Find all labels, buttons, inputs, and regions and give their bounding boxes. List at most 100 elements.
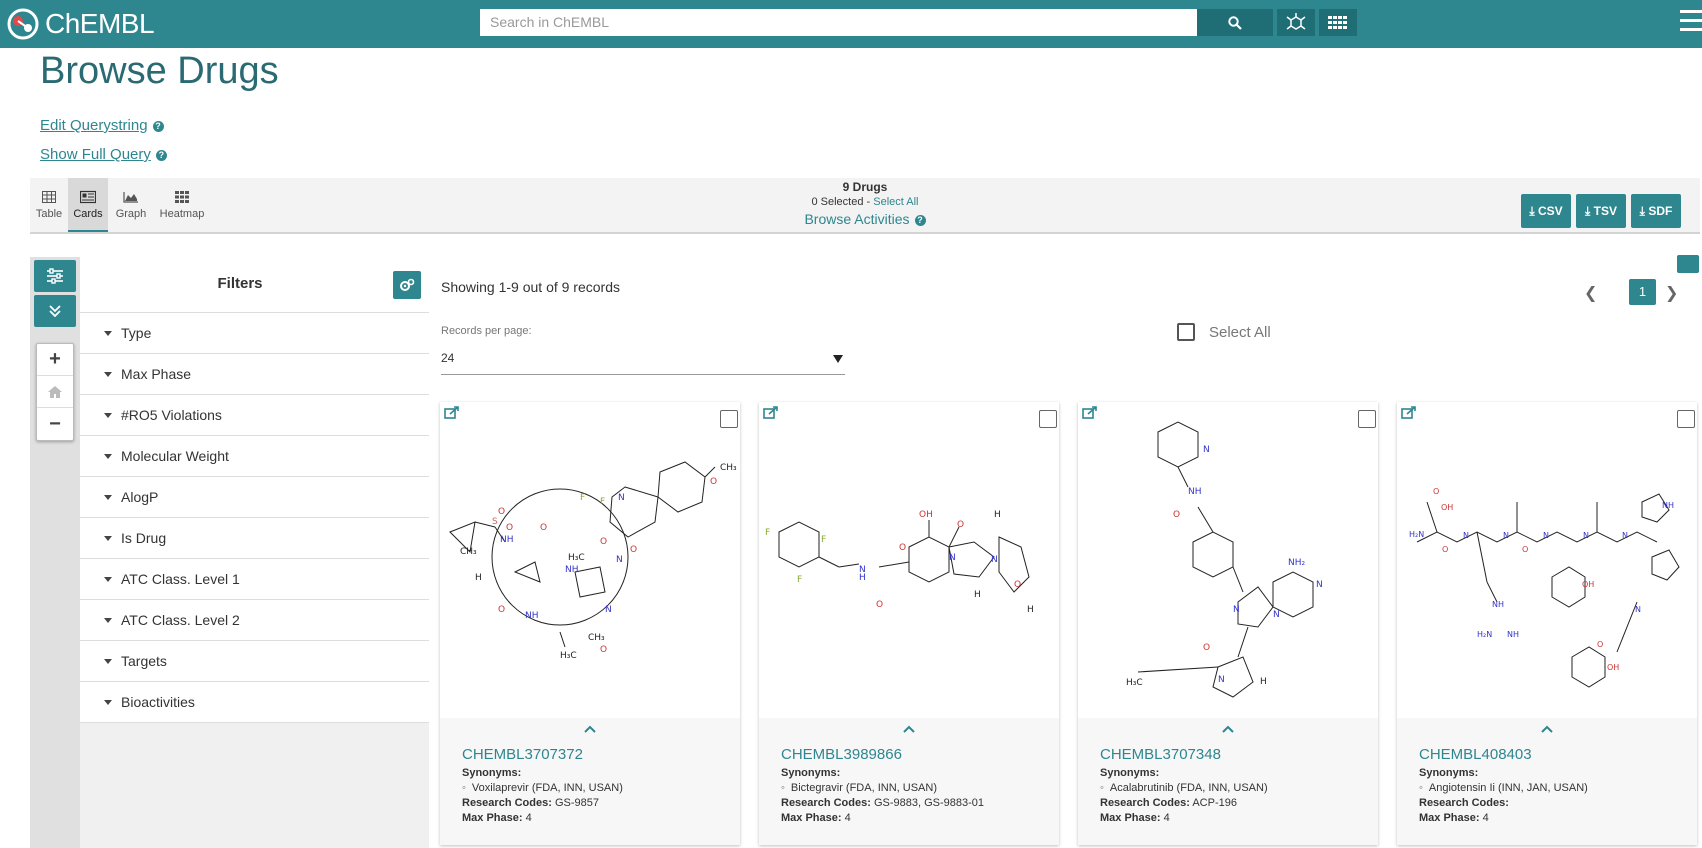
zoom-in-button[interactable]: +	[37, 344, 73, 376]
browse-activities-link[interactable]: Browse Activities?	[804, 211, 926, 227]
dropdown-arrow-icon	[833, 355, 843, 363]
search-input[interactable]: Search in ChEMBL	[480, 9, 1197, 36]
svg-text:CH₃: CH₃	[720, 463, 737, 473]
chembl-id-link[interactable]: CHEMBL3989866	[781, 746, 902, 763]
filter-settings-button[interactable]	[393, 271, 421, 299]
drug-card[interactable]: H₂N O OH NNN NN NH H₂N NH NH NO OH OH OO CHEM…	[1397, 402, 1697, 845]
card-select-checkbox[interactable]	[1358, 410, 1376, 428]
svg-text:H: H	[859, 573, 866, 583]
download-csv-button[interactable]: ⤓ CSV	[1521, 194, 1571, 228]
chevron-up-icon[interactable]	[902, 724, 916, 734]
svg-text:N: N	[1543, 531, 1549, 540]
svg-text:O: O	[498, 605, 505, 615]
molecule-icon	[1286, 12, 1306, 30]
toggle-filters-button[interactable]	[34, 260, 76, 292]
next-page-icon[interactable]: ❯	[1665, 283, 1678, 303]
filter-atc-level-2[interactable]: ATC Class. Level 2	[80, 600, 429, 641]
share-icon[interactable]	[763, 405, 779, 419]
card-select-checkbox[interactable]	[1677, 410, 1695, 428]
svg-text:OH: OH	[919, 510, 933, 520]
share-icon[interactable]	[1677, 255, 1699, 273]
sequence-search-button[interactable]	[1319, 9, 1357, 36]
svg-text:O: O	[957, 520, 964, 530]
svg-text:O: O	[1203, 643, 1210, 653]
synonym-item: Bictegravir (FDA, INN, USAN)	[781, 781, 1051, 796]
chembl-id-link[interactable]: CHEMBL3707348	[1100, 746, 1221, 763]
chembl-logo[interactable]: ChEMBL	[6, 7, 155, 41]
filter-molecular-weight[interactable]: Molecular Weight	[80, 436, 429, 477]
caret-down-icon	[104, 699, 112, 705]
chevron-up-icon[interactable]	[1540, 724, 1554, 734]
svg-text:NH₂: NH₂	[1288, 558, 1306, 568]
top-navbar: ChEMBL Search in ChEMBL	[0, 0, 1702, 48]
select-all-link[interactable]: Select All	[873, 196, 918, 208]
chevron-up-icon[interactable]	[583, 724, 597, 734]
filter-is-drug[interactable]: Is Drug	[80, 518, 429, 559]
cards-icon	[80, 190, 96, 204]
svg-text:H₃C: H₃C	[568, 553, 585, 563]
svg-text:N: N	[1218, 675, 1225, 685]
prev-page-icon[interactable]: ❮	[1584, 283, 1597, 303]
card-details: Synonyms: Angiotensin Ii (INN, JAN, USAN…	[1419, 766, 1689, 826]
drug-card[interactable]: FFF NH O OH OO NN HO HH CHEMBL3989866 Syn…	[759, 402, 1059, 845]
collapse-filters-button[interactable]	[34, 295, 76, 327]
share-icon[interactable]	[1082, 405, 1098, 419]
caret-down-icon	[104, 330, 112, 336]
tab-cards[interactable]: Cards	[68, 178, 108, 232]
svg-text:N: N	[1635, 605, 1641, 614]
svg-text:NH: NH	[1492, 600, 1504, 609]
sequence-grid-icon	[1328, 15, 1347, 29]
menu-icon[interactable]	[1680, 10, 1702, 36]
show-full-query-link[interactable]: Show Full Query?	[40, 146, 167, 163]
heatmap-icon	[175, 191, 189, 203]
svg-text:O: O	[899, 543, 906, 553]
tab-table[interactable]: Table	[30, 178, 68, 232]
tab-graph[interactable]: Graph	[110, 178, 152, 232]
caret-down-icon	[104, 453, 112, 459]
synonym-item: Voxilaprevir (FDA, INN, USAN)	[462, 781, 732, 796]
caret-down-icon	[104, 617, 112, 623]
filters-panel: Filters Type Max Phase #RO5 Violations M…	[80, 257, 429, 848]
svg-text:N: N	[1316, 580, 1323, 590]
tab-heatmap[interactable]: Heatmap	[154, 178, 210, 232]
records-per-page-select[interactable]: 24	[441, 347, 845, 375]
filter-bioactivities[interactable]: Bioactivities	[80, 682, 429, 723]
card-select-checkbox[interactable]	[720, 410, 738, 428]
gears-icon	[400, 278, 415, 291]
card-details: Synonyms: Bictegravir (FDA, INN, USAN) R…	[781, 766, 1051, 826]
share-icon[interactable]	[444, 405, 460, 419]
zoom-controls: + −	[36, 343, 74, 441]
molecule-structure-image: FFF NH O OH OO NN HO HH	[759, 402, 1059, 718]
card-select-checkbox[interactable]	[1039, 410, 1057, 428]
search-button[interactable]	[1197, 9, 1273, 36]
caret-down-icon	[104, 535, 112, 541]
filter-max-phase[interactable]: Max Phase	[80, 354, 429, 395]
help-icon[interactable]: ?	[155, 150, 167, 161]
structure-search-button[interactable]	[1277, 9, 1315, 36]
select-all-checkbox[interactable]: Select All	[1177, 323, 1271, 341]
zoom-home-button[interactable]	[37, 376, 73, 408]
page-number-button[interactable]: 1	[1629, 279, 1656, 305]
chembl-id-link[interactable]: CHEMBL3707372	[462, 746, 583, 763]
svg-text:N: N	[1203, 445, 1210, 455]
chevron-up-icon[interactable]	[1221, 724, 1235, 734]
filter-ro5-violations[interactable]: #RO5 Violations	[80, 395, 429, 436]
download-sdf-button[interactable]: ⤓ SDF	[1631, 194, 1681, 228]
help-icon[interactable]: ?	[914, 215, 926, 226]
edit-querystring-link[interactable]: Edit Querystring?	[40, 117, 164, 134]
help-icon[interactable]: ?	[152, 121, 164, 132]
chembl-id-link[interactable]: CHEMBL408403	[1419, 746, 1532, 763]
download-icon: ⤓	[1639, 203, 1649, 218]
download-tsv-button[interactable]: ⤓ TSV	[1576, 194, 1626, 228]
share-icon[interactable]	[1401, 405, 1417, 419]
checkbox[interactable]	[1177, 323, 1195, 341]
filter-targets[interactable]: Targets	[80, 641, 429, 682]
download-icon: ⤓	[1585, 203, 1594, 218]
filter-type[interactable]: Type	[80, 313, 429, 354]
filters-header: Filters	[80, 257, 429, 313]
filter-atc-level-1[interactable]: ATC Class. Level 1	[80, 559, 429, 600]
drug-card[interactable]: N NH O NH₂ N N N O H₃C N H CHEMBL3707348 Syno…	[1078, 402, 1378, 845]
drug-card[interactable]: SOO NH O FF NN CH₃ O NH H₃C OO NH O N H₃C CH₃…	[440, 402, 740, 845]
zoom-out-button[interactable]: −	[37, 408, 73, 440]
filter-alogp[interactable]: AlogP	[80, 477, 429, 518]
